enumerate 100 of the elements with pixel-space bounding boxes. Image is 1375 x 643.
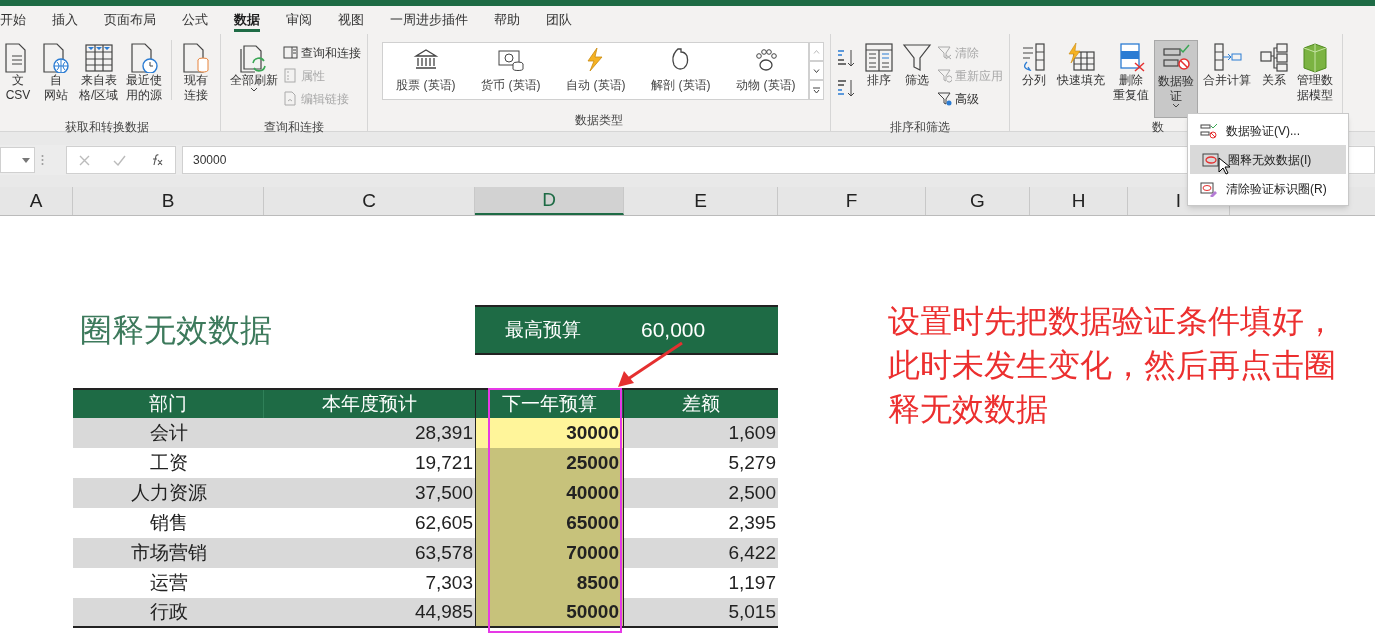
- group-label: 数: [1152, 119, 1165, 136]
- chevron-down-icon: [813, 68, 821, 73]
- filter-icon: [902, 42, 933, 73]
- ribbon-tab[interactable]: 团队: [546, 6, 572, 34]
- table-cell-text: 7,303: [424, 570, 474, 595]
- properties-icon: [283, 68, 299, 83]
- table-cell-text: 市场营销: [129, 540, 208, 565]
- validation-icon: [1200, 122, 1218, 139]
- ribbon-button[interactable]: 排序: [861, 40, 898, 118]
- table-cell-text: 63,578: [413, 540, 474, 565]
- column-header[interactable]: E: [624, 187, 778, 215]
- ribbon-button[interactable]: 自 网站: [38, 40, 74, 118]
- table-cell-text: 1,609: [727, 420, 777, 445]
- sort-icon: [864, 42, 895, 73]
- menu-item[interactable]: 数据验证(V)...: [1188, 116, 1348, 145]
- table-cell: 30000: [475, 418, 624, 448]
- table-cell-text: 44,985: [413, 599, 474, 624]
- table-cell: 8500: [475, 568, 624, 598]
- gallery-item[interactable]: 股票 (英语): [383, 47, 469, 99]
- clear-circles-icon: [1200, 180, 1218, 197]
- ribbon-button[interactable]: 分列: [1016, 40, 1053, 118]
- more-icon[interactable]: [41, 154, 44, 166]
- table-cell: 50000: [475, 598, 624, 626]
- ribbon-tab[interactable]: 帮助: [494, 6, 520, 34]
- expand-icon: [813, 86, 821, 94]
- ribbon-button[interactable]: 快速填充: [1054, 40, 1109, 118]
- ribbon-tab[interactable]: 插入: [52, 6, 78, 34]
- clear-filter-icon: [937, 45, 953, 60]
- ribbon-tab[interactable]: 数据: [234, 6, 260, 34]
- column-header[interactable]: B: [73, 187, 264, 215]
- ribbon-button[interactable]: 高级: [937, 88, 1004, 109]
- flash-fill-icon: [1066, 42, 1097, 73]
- ribbon-tab[interactable]: 视图: [338, 6, 364, 34]
- table-icon: [83, 42, 114, 73]
- ribbon-button[interactable]: 来自表 格/区域: [76, 40, 122, 118]
- gallery-item[interactable]: 货币 (英语): [468, 47, 554, 99]
- table-cell-text: 2,395: [727, 510, 777, 535]
- gallery-item[interactable]: 动物 (英语): [723, 47, 809, 99]
- name-box[interactable]: [0, 147, 35, 173]
- group-label: 数据类型: [574, 112, 625, 129]
- group-label: 获取和转换数据: [64, 119, 151, 136]
- table-cell-text: 2,500: [727, 480, 777, 505]
- column-header[interactable]: A: [0, 187, 73, 215]
- table-cell-text: 运营: [148, 570, 189, 595]
- gallery-item[interactable]: 解剖 (英语): [638, 47, 724, 99]
- ribbon-tab[interactable]: 页面布局: [104, 6, 156, 34]
- group-label: 排序和筛选: [889, 119, 952, 136]
- menu-item[interactable]: 圈释无效数据(I): [1190, 145, 1346, 174]
- column-header[interactable]: H: [1030, 187, 1128, 215]
- ribbon-button[interactable]: 最近使 用的源: [123, 40, 166, 118]
- database-document-icon: [181, 42, 212, 73]
- scroll-up-button[interactable]: [809, 42, 825, 61]
- cancel-icon[interactable]: [78, 154, 90, 166]
- circle-invalid-icon: [1202, 151, 1220, 168]
- dropdown-icon: [22, 157, 30, 163]
- consolidate-icon: [1212, 42, 1243, 73]
- ribbon-tab[interactable]: 公式: [182, 6, 208, 34]
- ribbon-button[interactable]: 现有 连接: [178, 40, 215, 118]
- table-cell: 70000: [475, 538, 624, 568]
- mouse-cursor-icon: [1218, 157, 1230, 175]
- gallery-item[interactable]: 自动 (英语): [553, 47, 639, 99]
- ribbon-button[interactable]: 筛选: [899, 40, 936, 118]
- ribbon-button[interactable]: 合并计算: [1200, 40, 1255, 118]
- budget-value: 60,000: [641, 317, 706, 344]
- table-cell-text: 销售: [148, 510, 189, 535]
- reapply-filter-icon: [937, 68, 953, 83]
- table-cell-text: 会计: [148, 420, 189, 445]
- table-cell-text: 62,605: [413, 510, 474, 535]
- column-header[interactable]: F: [778, 187, 926, 215]
- ribbon-button[interactable]: 数据验 证: [1154, 40, 1199, 118]
- annotation-text: 设置时先把数据验证条件填好，此时未发生变化，然后再点击圈释无效数据: [888, 302, 1337, 429]
- column-header[interactable]: G: [926, 187, 1030, 215]
- table-cell-text: 19,721: [413, 450, 474, 475]
- table-cell: 40000: [475, 478, 624, 508]
- sheet-title: 圈释无效数据: [80, 311, 272, 350]
- table-cell: 25000: [475, 448, 624, 478]
- chevron-up-icon: [813, 49, 821, 54]
- ribbon-button[interactable]: 查询和连接: [283, 42, 362, 63]
- table-cell-text: 5,015: [727, 599, 777, 624]
- check-icon[interactable]: [113, 154, 126, 166]
- table-cell-text: 人力资源: [129, 480, 208, 505]
- banknote-icon: [497, 47, 524, 73]
- column-header[interactable]: D: [475, 187, 624, 215]
- budget-label: 最高预算: [505, 317, 581, 342]
- ribbon-button[interactable]: 删除 重复值: [1110, 40, 1153, 118]
- ribbon-button[interactable]: 全部刷新: [227, 40, 282, 118]
- ribbon-button[interactable]: 关系: [1256, 40, 1293, 118]
- ribbon-tab[interactable]: 审阅: [286, 6, 312, 34]
- column-heading: 本年度预计: [321, 391, 418, 416]
- clock-document-icon: [129, 42, 160, 73]
- ribbon-button[interactable]: 管理数 据模型: [1294, 40, 1337, 118]
- ribbon-tab[interactable]: 一周进步插件: [390, 6, 468, 34]
- web-page-icon: [41, 42, 71, 73]
- scroll-down-button[interactable]: [809, 61, 825, 80]
- table-cell-text: 28,391: [413, 420, 474, 445]
- table-cell: 65000: [475, 508, 624, 538]
- ribbon-button[interactable]: 文 CSV: [0, 40, 36, 118]
- expand-gallery-button[interactable]: [809, 80, 825, 100]
- queries-icon: [283, 45, 299, 60]
- ribbon-tab[interactable]: 开始: [0, 6, 26, 34]
